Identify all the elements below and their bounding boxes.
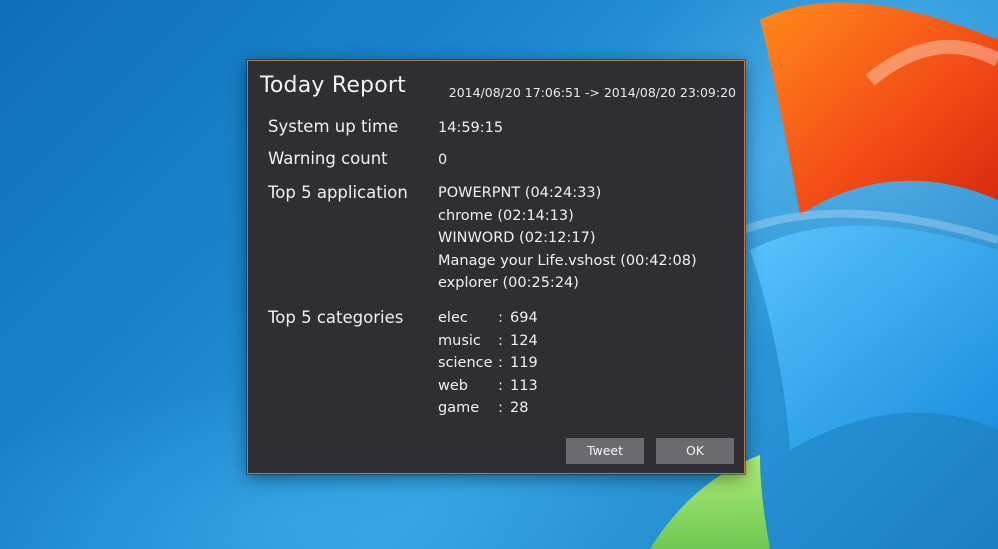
uptime-value: 14:59:15 [438, 120, 504, 136]
app-item: POWERPNT (04:24:33) [438, 185, 602, 201]
category-item: game : 28 [438, 397, 538, 420]
warning-count-label: Warning count [268, 149, 388, 168]
top-apps-list: POWERPNT (04:24:33) chrome (02:14:13) WI… [438, 182, 697, 295]
category-value: 694 [510, 310, 538, 326]
top-categories-list: elec : 694 music : 124 science : 119 web… [438, 307, 538, 420]
category-value: 124 [510, 332, 538, 349]
category-name: web [438, 377, 468, 394]
category-separator: : [498, 310, 503, 326]
top-categories-label: Top 5 categories [268, 308, 404, 327]
app-item: Manage your Life.vshost (00:42:08) [438, 252, 697, 269]
category-separator: : [498, 400, 503, 417]
category-separator: : [498, 377, 503, 394]
category-value: 119 [510, 355, 538, 372]
category-name: science [438, 355, 493, 372]
dialog-title: Today Report [260, 73, 406, 98]
uptime-label: System up time [268, 117, 399, 136]
category-separator: : [498, 332, 503, 349]
category-item: elec : 694 [438, 307, 538, 330]
category-value: 113 [510, 377, 538, 394]
report-time-range: 2014/08/20 17:06:51 -> 2014/08/20 23:09:… [448, 85, 736, 100]
app-item: chrome (02:14:13) [438, 207, 574, 224]
warning-count-value: 0 [438, 152, 448, 168]
category-item: web : 113 [438, 375, 538, 398]
category-name: elec [438, 310, 468, 326]
category-separator: : [498, 355, 503, 372]
today-report-dialog: Today Report 2014/08/20 17:06:51 -> 2014… [247, 60, 745, 474]
category-name: game [438, 400, 480, 417]
category-value: 28 [510, 400, 529, 417]
category-item: science : 119 [438, 352, 538, 375]
top-apps-label: Top 5 application [268, 183, 408, 202]
app-item: explorer (00:25:24) [438, 275, 579, 292]
category-item: music : 124 [438, 330, 538, 353]
category-name: music [438, 332, 481, 349]
app-item: WINWORD (02:12:17) [438, 230, 596, 247]
tweet-button[interactable]: Tweet [566, 438, 644, 464]
ok-button[interactable]: OK [656, 438, 734, 464]
